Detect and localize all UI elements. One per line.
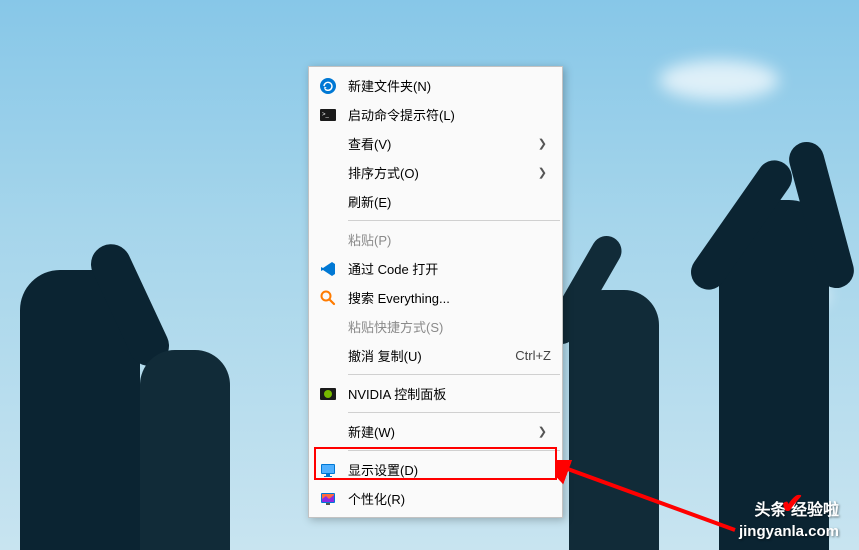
menu-item-label: 搜索 Everything... [348, 288, 551, 307]
menu-item-label: 撤消 复制(U) [348, 346, 515, 365]
menu-item-label: 粘贴(P) [348, 230, 551, 249]
menu-item-new[interactable]: 新建(W) ❯ [310, 417, 561, 446]
menu-item-nvidia-control-panel[interactable]: NVIDIA 控制面板 [310, 379, 561, 408]
watermark-checkmark-icon: ✔ [781, 487, 804, 520]
menu-item-label: 新建文件夹(N) [348, 76, 551, 95]
chevron-right-icon: ❯ [538, 137, 547, 150]
chevron-right-icon: ❯ [538, 425, 547, 438]
desktop-context-menu: 新建文件夹(N) >_ 启动命令提示符(L) 查看(V) ❯ 排序方式(O) ❯… [308, 66, 563, 518]
menu-item-label: 排序方式(O) [348, 163, 551, 182]
personalize-icon [319, 490, 337, 508]
menu-item-label: 显示设置(D) [348, 460, 551, 479]
menu-item-view[interactable]: 查看(V) ❯ [310, 129, 561, 158]
menu-item-label: 查看(V) [348, 134, 551, 153]
menu-separator [348, 450, 560, 451]
menu-item-personalize[interactable]: 个性化(R) [310, 484, 561, 513]
menu-item-label: 粘贴快捷方式(S) [348, 317, 551, 336]
menu-item-display-settings[interactable]: 显示设置(D) [310, 455, 561, 484]
menu-item-refresh[interactable]: 刷新(E) [310, 187, 561, 216]
menu-item-undo-copy[interactable]: 撤消 复制(U) Ctrl+Z [310, 341, 561, 370]
menu-item-label: 启动命令提示符(L) [348, 105, 551, 124]
menu-item-search-everything[interactable]: 搜索 Everything... [310, 283, 561, 312]
menu-separator [348, 412, 560, 413]
menu-separator [348, 220, 560, 221]
menu-item-shortcut: Ctrl+Z [515, 348, 551, 363]
menu-item-paste-shortcut: 粘贴快捷方式(S) [310, 312, 561, 341]
search-icon [319, 289, 337, 307]
display-icon [319, 461, 337, 479]
menu-item-label: NVIDIA 控制面板 [348, 384, 551, 403]
menu-item-command-prompt[interactable]: >_ 启动命令提示符(L) [310, 100, 561, 129]
nvidia-icon [319, 385, 337, 403]
vscode-icon [319, 260, 337, 278]
watermark-url: jingyanla.com [739, 523, 839, 540]
menu-item-label: 刷新(E) [348, 192, 551, 211]
cloud-decoration [659, 60, 779, 100]
menu-item-paste: 粘贴(P) [310, 225, 561, 254]
menu-separator [348, 374, 560, 375]
refresh-circle-icon [319, 77, 337, 95]
menu-item-open-with-code[interactable]: 通过 Code 打开 [310, 254, 561, 283]
menu-item-label: 新建(W) [348, 422, 551, 441]
chevron-right-icon: ❯ [538, 166, 547, 179]
svg-text:>_: >_ [322, 112, 330, 118]
menu-item-new-folder[interactable]: 新建文件夹(N) [310, 71, 561, 100]
terminal-icon: >_ [319, 106, 337, 124]
menu-item-sort[interactable]: 排序方式(O) ❯ [310, 158, 561, 187]
menu-item-label: 通过 Code 打开 [348, 259, 551, 278]
menu-item-label: 个性化(R) [348, 489, 551, 508]
